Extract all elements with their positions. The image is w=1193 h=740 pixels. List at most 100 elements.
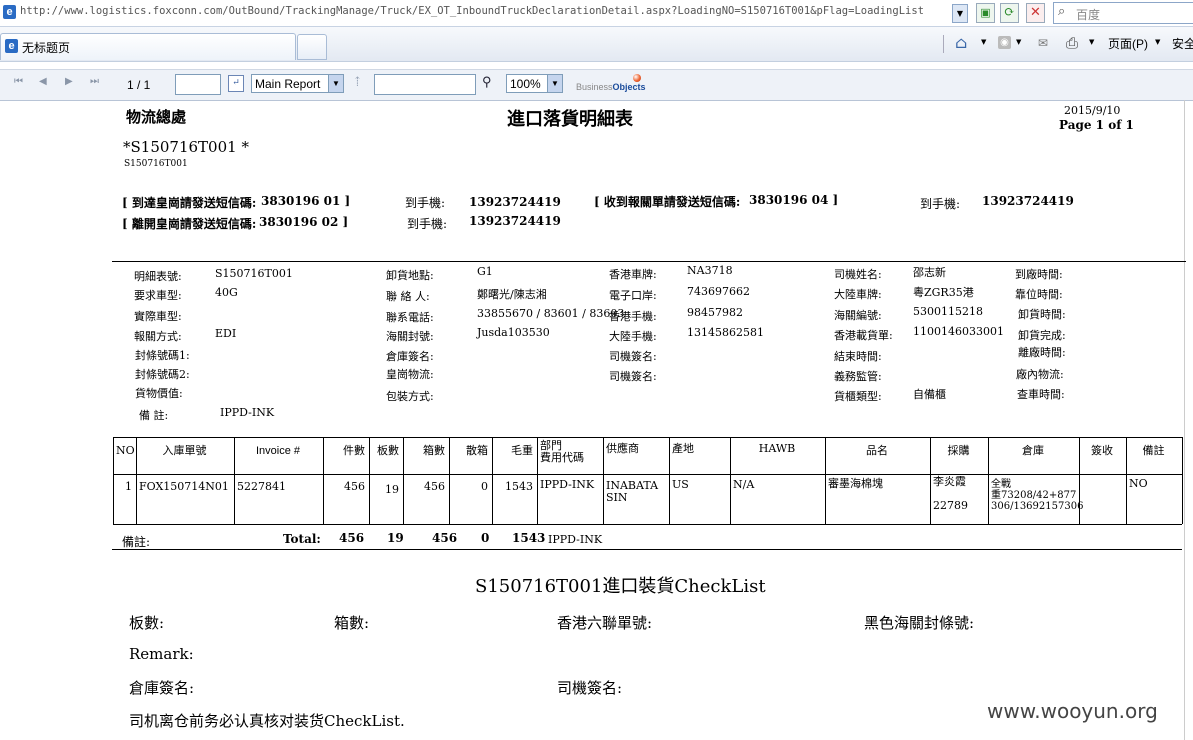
total-label: Total: (283, 532, 321, 546)
detail-value: 鄭曙光/陳志湘 (477, 288, 547, 301)
report-select-value: Main Report (255, 77, 321, 91)
table-col-rule (988, 437, 989, 524)
row-remark: NO (1129, 477, 1148, 490)
mail-icon[interactable]: ✉ (1038, 36, 1048, 50)
checklist-black-seal: 黑色海關封條號: (864, 614, 975, 632)
detail-value: 743697662 (687, 285, 750, 298)
table-header: 毛重 (511, 444, 533, 457)
table-header: 板數 (377, 444, 399, 457)
first-page-icon[interactable]: ⏮ (14, 76, 23, 87)
goto-page-icon[interactable]: ↵ (228, 75, 244, 92)
row-product: 審墨海棉塊 (828, 477, 883, 490)
feeds-icon[interactable]: ◉ (998, 36, 1011, 49)
notice2-phone-label: 到手機: (920, 197, 961, 211)
drill-up-icon[interactable]: ⇡ (352, 75, 363, 90)
checklist-title: S150716T001進口裝貨CheckList (475, 576, 766, 597)
detail-value: NA3718 (687, 264, 733, 277)
detail-label: 封條號碼1: (135, 349, 190, 362)
row-loose: 0 (481, 480, 488, 493)
prev-page-icon[interactable]: ◀ (39, 76, 47, 87)
security-menu[interactable]: 安全 (1172, 35, 1193, 52)
refresh-icon[interactable]: ⟳ (1000, 3, 1019, 23)
feeds-dropdown-icon[interactable]: ▼ (1016, 38, 1021, 46)
table-col-rule (1182, 437, 1183, 524)
detail-label: 卸貨地點: (386, 269, 434, 282)
detail-label: 查車時間: (1017, 388, 1065, 401)
url-dropdown-icon[interactable]: ▼ (952, 4, 968, 23)
row-buyer: 李炎霞 22789 (933, 475, 968, 512)
detail-label: 結束時間: (834, 350, 882, 363)
table-header: 件數 (343, 444, 365, 457)
detail-label: 備 註: (139, 409, 169, 422)
search-box[interactable]: ⌕ 百度 (1053, 2, 1193, 24)
brand-business: Business (576, 82, 613, 92)
barcode-small: S150716T001 (124, 159, 188, 169)
watermark: www.wooyun.org (987, 699, 1158, 723)
checklist-boards: 板數: (129, 614, 165, 632)
zoom-select[interactable]: 100% ▼ (506, 74, 563, 93)
detail-label: 司機簽名: (609, 370, 657, 383)
detail-label: 電子口岸: (609, 289, 657, 302)
table-col-rule (323, 437, 324, 524)
detail-value: 粵ZGR35港 (913, 286, 974, 299)
detail-label: 卸貨時間: (1018, 308, 1066, 321)
detail-label: 海關封號: (386, 330, 434, 343)
url-text[interactable]: http://www.logistics.foxconn.com/OutBoun… (20, 5, 924, 17)
compat-view-icon[interactable]: ▣ (976, 3, 995, 23)
detail-label: 義務監管: (834, 370, 882, 383)
print-dropdown-icon[interactable]: ▼ (1089, 38, 1094, 46)
table-header: HAWB (758, 442, 796, 455)
search-icon: ⌕ (1058, 4, 1066, 19)
detail-label: 香港載貨單: (834, 329, 893, 342)
page-menu-dropdown-icon[interactable]: ▼ (1155, 38, 1160, 46)
row-receipt: FOX150714N01 (139, 480, 229, 493)
report-select[interactable]: Main Report ▼ (251, 74, 344, 93)
detail-label: 到廠時間: (1015, 268, 1063, 281)
brand-objects: Objects (612, 82, 646, 92)
divider (943, 35, 944, 53)
new-tab-button[interactable] (297, 34, 327, 60)
checklist-warehouse-sign: 倉庫簽名: (129, 679, 195, 697)
binoculars-icon[interactable]: ⚲ (482, 75, 492, 90)
detail-label: 司機簽名: (609, 350, 657, 363)
scrollbar-edge (1184, 100, 1185, 740)
row-origin: US (672, 478, 689, 491)
detail-value: EDI (215, 327, 237, 340)
print-icon[interactable]: ⎙ (1066, 34, 1078, 52)
org-name: 物流總處 (126, 108, 187, 126)
ie-logo-icon: e (3, 5, 16, 19)
table-header: 倉庫 (1022, 444, 1044, 457)
row-invoice: 5227841 (237, 480, 286, 493)
notice1-phone-label: 到手機: (405, 196, 446, 210)
table-col-rule (730, 437, 731, 524)
page-menu[interactable]: 页面(P) (1108, 35, 1148, 52)
detail-label: 卸貨完成: (1018, 329, 1066, 342)
notice1-phone: 13923724419 (469, 195, 561, 209)
last-page-icon[interactable]: ⏭ (90, 76, 99, 87)
page-number: Page 1 of 1 (1059, 118, 1134, 132)
detail-label: 聯系電話: (386, 311, 434, 324)
notice1-label: [ 到達皇崗請發送短信碼: (122, 196, 257, 210)
home-icon[interactable]: ⌂ (955, 33, 967, 52)
notice2-phone: 13923724419 (982, 194, 1074, 208)
chevron-down-icon: ▼ (328, 75, 343, 92)
stop-icon[interactable]: ✕ (1026, 3, 1045, 23)
table-header: 供應商 (606, 442, 639, 455)
table-rule (113, 524, 1182, 525)
zoom-select-value: 100% (510, 77, 541, 91)
goto-page-input[interactable] (175, 74, 221, 95)
detail-label: 明細表號: (134, 270, 182, 283)
total-boards: 19 (387, 531, 404, 545)
tab-current[interactable]: e 无标题页 (0, 33, 296, 60)
table-header: 品名 (866, 444, 888, 457)
search-placeholder: 百度 (1076, 8, 1101, 22)
home-dropdown-icon[interactable]: ▼ (981, 38, 986, 46)
next-page-icon[interactable]: ▶ (65, 76, 73, 87)
table-col-rule (234, 437, 235, 524)
report-date: 2015/9/10 (1064, 104, 1121, 117)
tab-title: 无标题页 (22, 41, 71, 55)
detail-label: 海關編號: (834, 309, 882, 322)
detail-label: 貨物價值: (135, 387, 183, 400)
detail-value: 98457982 (687, 306, 743, 319)
search-text-input[interactable] (374, 74, 476, 95)
